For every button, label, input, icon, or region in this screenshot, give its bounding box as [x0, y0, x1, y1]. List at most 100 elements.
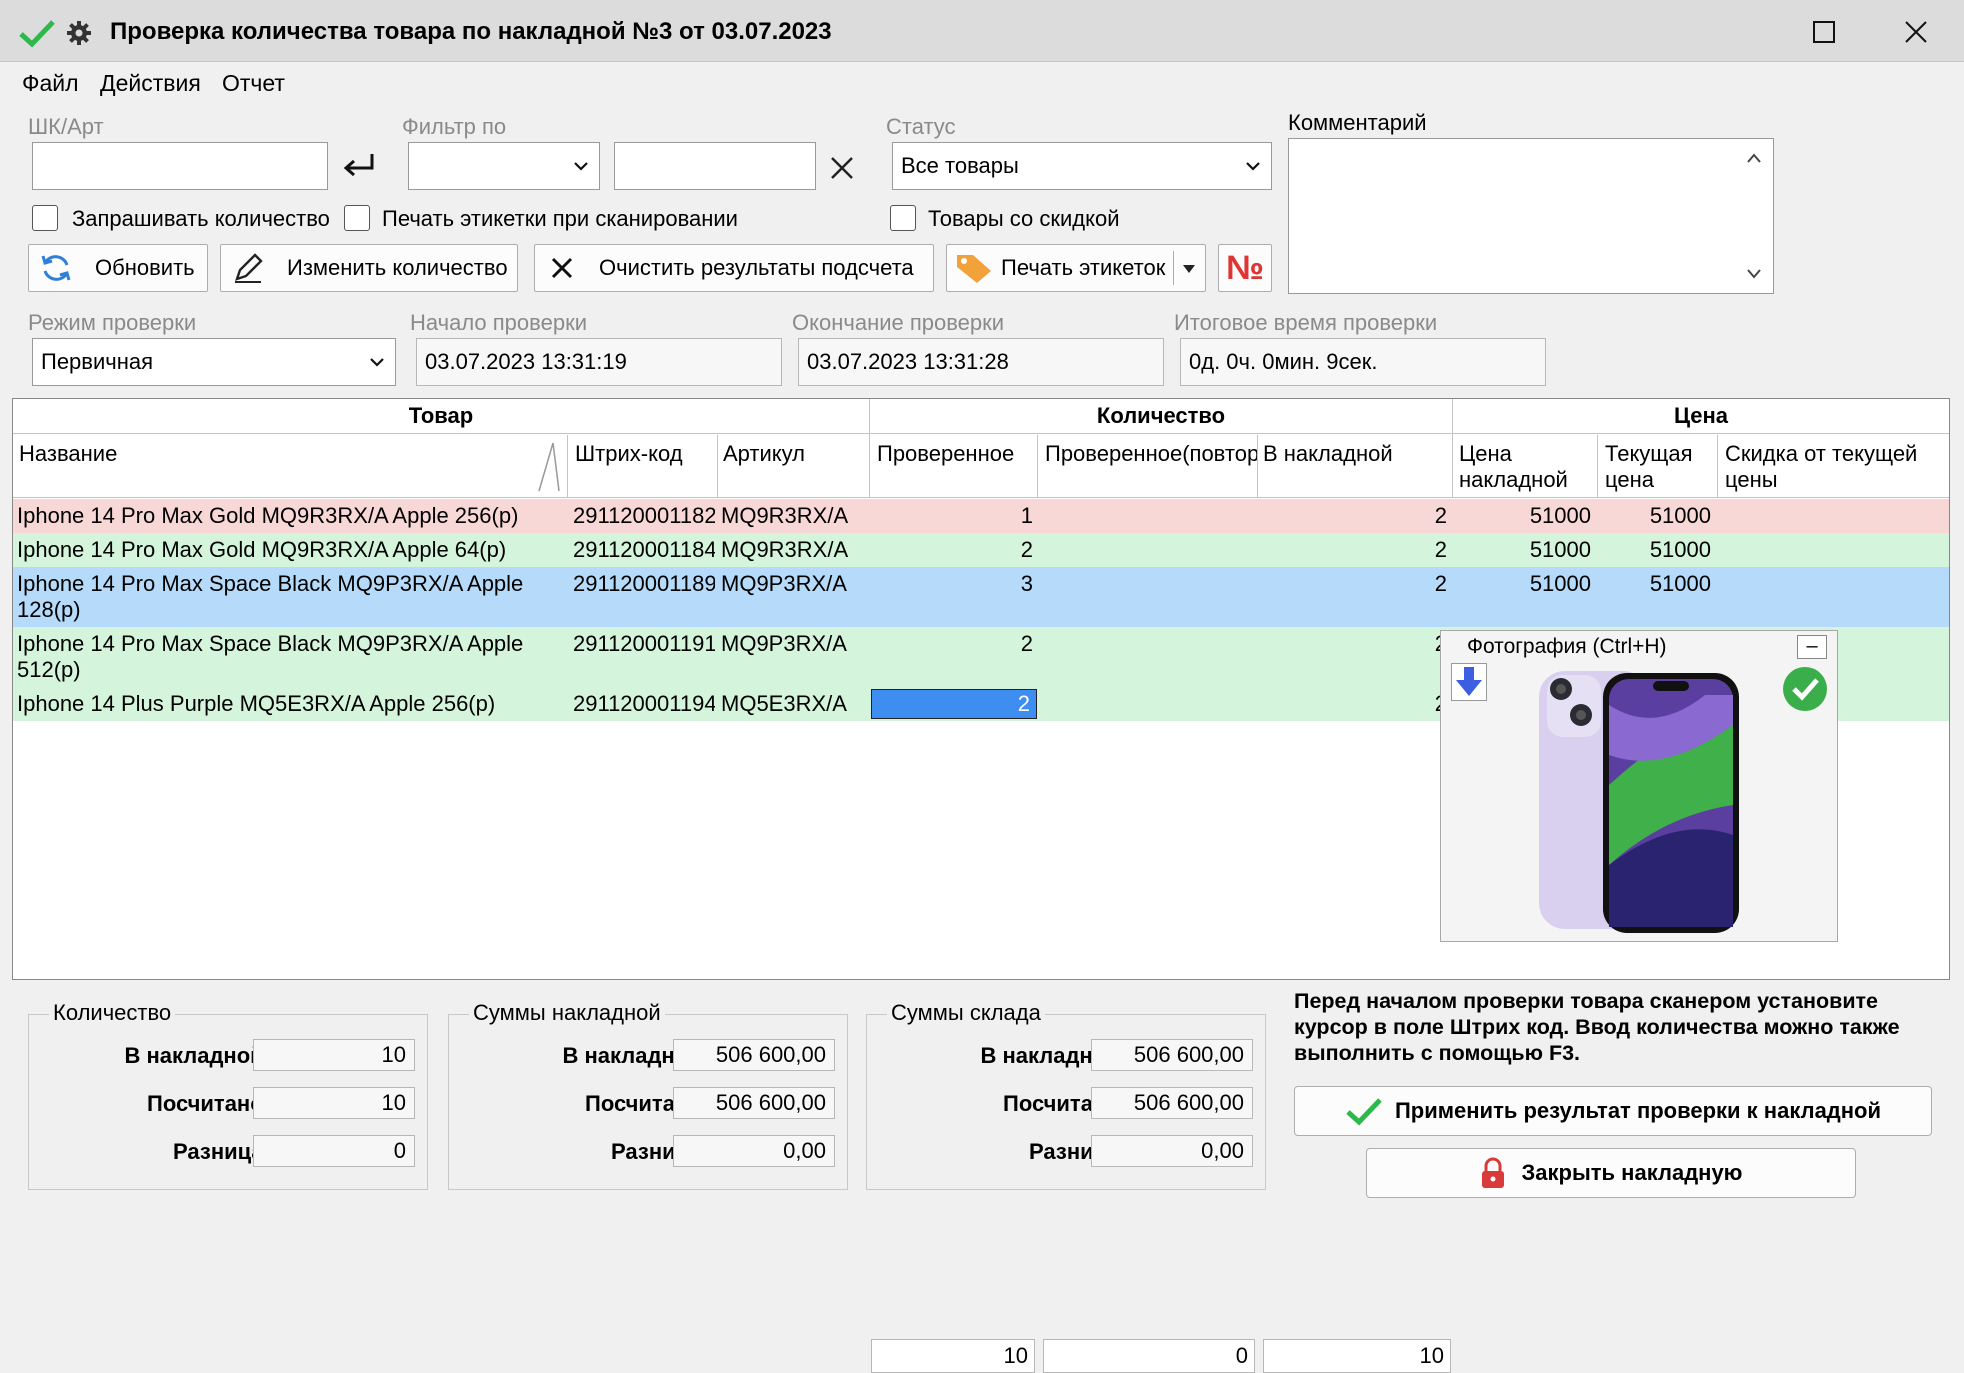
change-quantity-button[interactable]: Изменить количество: [220, 244, 518, 292]
status-label: Статус: [886, 114, 956, 139]
table-row[interactable]: Iphone 14 Pro Max Space Black MQ9P3RX/A …: [13, 567, 1949, 627]
status-select[interactable]: Все товары: [892, 142, 1272, 190]
close-button[interactable]: [1886, 10, 1946, 54]
header-divider: [1452, 399, 1453, 497]
maximize-button[interactable]: [1794, 10, 1854, 54]
cell-name: Iphone 14 Pro Max Gold MQ9R3RX/A Apple 2…: [17, 503, 519, 528]
cell-barcode: 2911200011825: [573, 503, 715, 528]
discounted-checkbox[interactable]: [890, 205, 916, 231]
cell-barcode: 2911200011849: [573, 537, 715, 562]
table-row[interactable]: Iphone 14 Pro Max Gold MQ9R3RX/A Apple 2…: [13, 499, 1949, 533]
sort-indicator-icon: [538, 442, 560, 492]
inv-in-invoice-value: 506 600,00: [673, 1039, 835, 1071]
table-row[interactable]: Iphone 14 Pro Max Gold MQ9R3RX/A Apple 6…: [13, 533, 1949, 567]
footer-repeat-total: 0: [1043, 1339, 1255, 1373]
close-invoice-button[interactable]: Закрыть накладную: [1366, 1148, 1856, 1198]
menu-file[interactable]: Файл: [22, 70, 79, 97]
column-divider: [717, 435, 718, 497]
cell-price-current: 51000: [1649, 537, 1711, 562]
stock-in-invoice-value: 506 600,00: [1091, 1039, 1253, 1071]
scroll-up-icon[interactable]: [1745, 151, 1763, 165]
col-header-in-invoice[interactable]: В накладной: [1263, 441, 1393, 467]
menu-actions[interactable]: Действия: [100, 70, 201, 97]
download-photo-button[interactable]: [1451, 663, 1487, 701]
mode-select[interactable]: Первичная: [32, 338, 396, 386]
cell-name: Iphone 14 Plus Purple MQ5E3RX/A Apple 25…: [17, 691, 496, 716]
filter-text-input[interactable]: [614, 142, 816, 190]
refresh-button[interactable]: Обновить: [28, 244, 208, 292]
cell-checked[interactable]: 1: [873, 503, 1033, 529]
col-header-name[interactable]: Название: [19, 441, 118, 467]
cell-checked[interactable]: 2: [873, 631, 1033, 657]
quantity-group: Количество В накладной: 10 Посчитано: 10…: [28, 1000, 428, 1190]
split-divider: [1173, 251, 1174, 285]
cell-barcode: 2911200011948: [573, 691, 715, 716]
cell-price-current: 51000: [1649, 571, 1711, 596]
mode-label: Режим проверки: [28, 310, 197, 335]
print-on-scan-label: Печать этикетки при сканировании: [382, 206, 738, 231]
download-arrow-icon: [1456, 667, 1482, 696]
col-header-discount[interactable]: Скидка от текущей цены: [1725, 441, 1918, 493]
inv-diff-value: 0,00: [673, 1135, 835, 1167]
start-time-field: 03.07.2023 13:31:19: [416, 338, 782, 386]
photo-collapse-button[interactable]: –: [1797, 635, 1827, 659]
refresh-icon: [41, 255, 71, 281]
qty-counted-value: 10: [253, 1087, 415, 1119]
photo-panel-title: Фотография (Ctrl+H): [1467, 635, 1667, 658]
print-on-scan-checkbox[interactable]: [344, 205, 370, 231]
cell-name: Iphone 14 Pro Max Gold MQ9R3RX/A Apple 6…: [17, 537, 507, 562]
filter-by-select[interactable]: [408, 142, 600, 190]
cell-in-invoice: 2: [1434, 503, 1447, 528]
qty-diff-value: 0: [253, 1135, 415, 1167]
dropdown-arrow-icon[interactable]: [1181, 263, 1197, 275]
start-label: Начало проверки: [410, 310, 587, 335]
invoice-sums-group: Суммы накладной В накладной: 506 600,00 …: [448, 1000, 848, 1190]
cell-price-invoice: 51000: [1529, 503, 1591, 528]
stock-sums-group: Суммы склада В накладной: 506 600,00 Пос…: [866, 1000, 1266, 1190]
comment-label: Комментарий: [1288, 110, 1427, 135]
window-title: Проверка количества товара по накладной …: [110, 18, 832, 45]
col-header-checked[interactable]: Проверенное: [877, 441, 1015, 467]
cell-in-invoice: 2: [1434, 537, 1447, 562]
cell-checked[interactable]: 2: [873, 537, 1033, 563]
column-divider: [567, 435, 568, 497]
apply-results-button[interactable]: Применить результат проверки к накладной: [1294, 1086, 1932, 1136]
stock-diff-value: 0,00: [1091, 1135, 1253, 1167]
scroll-down-icon[interactable]: [1745, 267, 1763, 281]
end-label: Окончание проверки: [792, 310, 1005, 335]
col-header-article[interactable]: Артикул: [723, 441, 806, 467]
qty-diff-label: Разница:: [173, 1139, 271, 1164]
number-button[interactable]: №: [1218, 244, 1272, 292]
enter-icon[interactable]: [342, 152, 376, 178]
cell-checked[interactable]: 3: [873, 571, 1033, 597]
stock-counted-value: 506 600,00: [1091, 1087, 1253, 1119]
clear-filter-icon[interactable]: [830, 156, 854, 180]
total-time-label: Итоговое время проверки: [1174, 310, 1438, 335]
col-header-checked-repeat[interactable]: Проверенное(повтор: [1045, 441, 1257, 467]
pencil-icon: [235, 253, 263, 283]
print-labels-button[interactable]: Печать этикеток: [946, 244, 1206, 292]
col-header-barcode[interactable]: Штрих-код: [575, 441, 683, 467]
discounted-label: Товары со скидкой: [928, 206, 1120, 231]
maximize-icon: [1813, 21, 1835, 43]
group-header-product: Товар: [13, 399, 869, 433]
col-header-price-current[interactable]: Текущая цена: [1605, 441, 1693, 493]
check-circle-icon[interactable]: [1781, 665, 1829, 713]
cell-checked: 2: [1017, 691, 1030, 716]
lock-icon: [1481, 1157, 1504, 1188]
footer-invoice-total: 10: [1263, 1339, 1451, 1373]
barcode-input[interactable]: [32, 142, 328, 190]
ask-quantity-checkbox[interactable]: [32, 205, 58, 231]
photo-panel[interactable]: Фотография (Ctrl+H) –: [1440, 630, 1838, 942]
gear-icon[interactable]: [66, 20, 92, 46]
comment-textarea[interactable]: [1288, 138, 1774, 294]
selected-cell[interactable]: 2: [871, 689, 1037, 719]
clear-results-button[interactable]: Очистить результаты подсчета: [534, 244, 934, 292]
col-header-price-invoice[interactable]: Цена накладной: [1459, 441, 1568, 493]
cell-article: MQ9R3RX/A: [721, 537, 849, 562]
header-divider: [13, 433, 1949, 434]
cell-article: MQ9P3RX/A: [721, 631, 847, 656]
cell-article: MQ9P3RX/A: [721, 571, 847, 596]
cell-article: MQ9R3RX/A: [721, 503, 849, 528]
menu-report[interactable]: Отчет: [222, 70, 285, 97]
